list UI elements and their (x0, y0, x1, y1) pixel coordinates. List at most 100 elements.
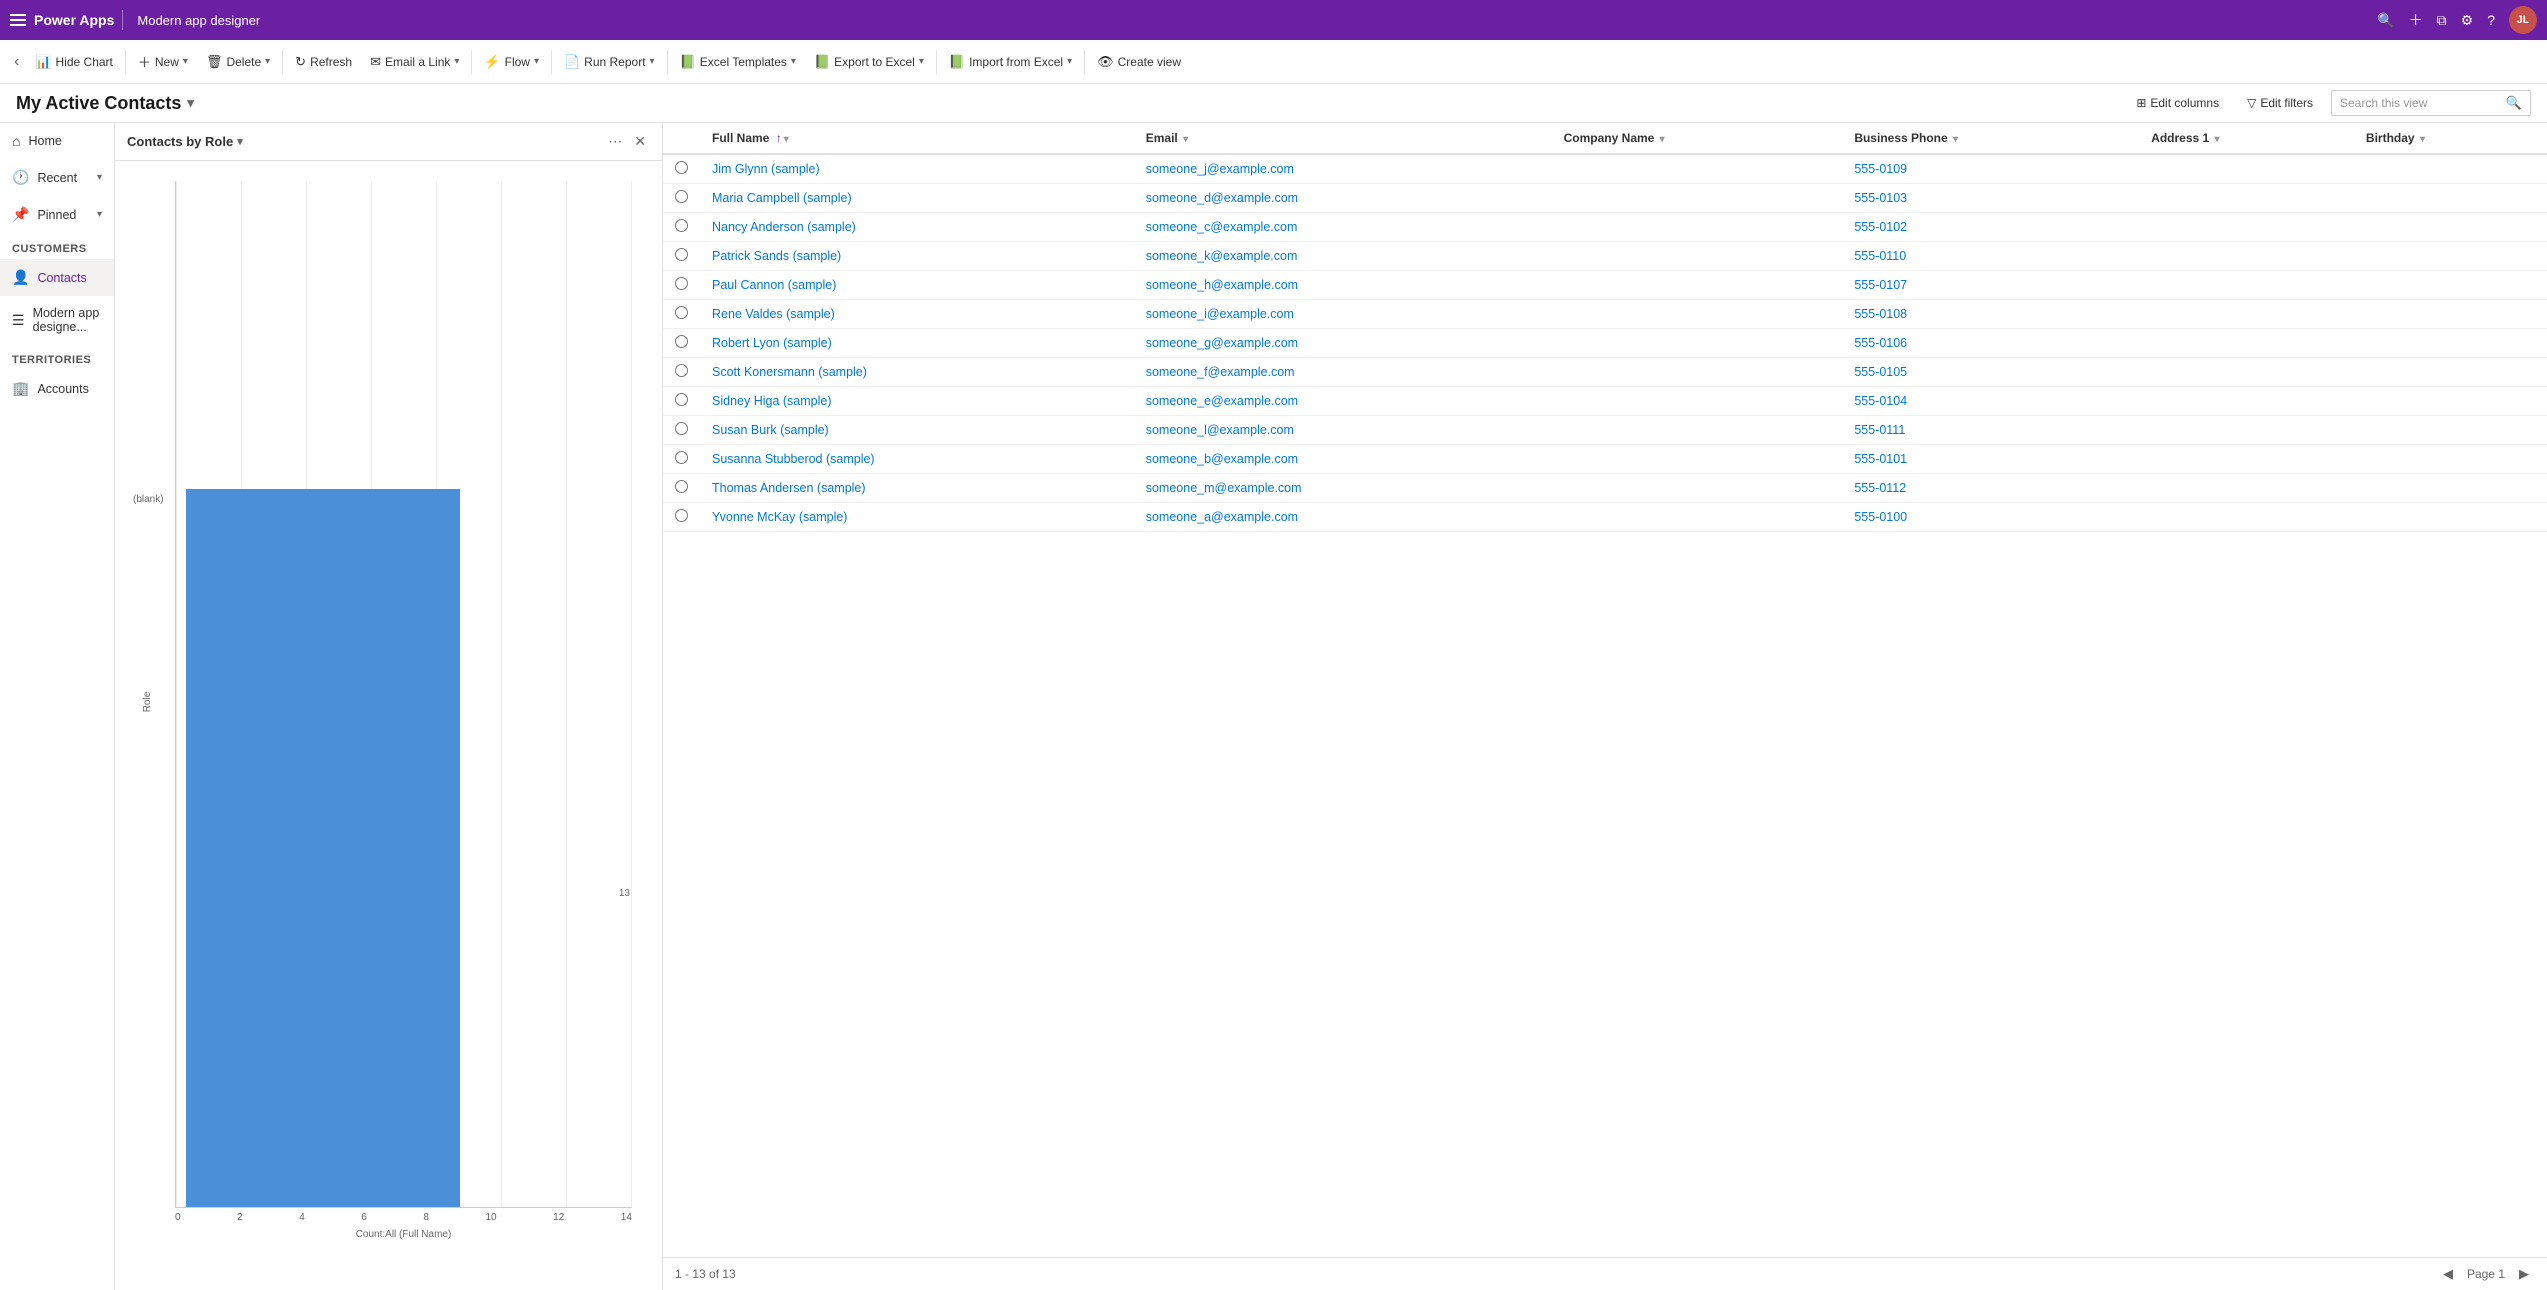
row-birthday (2354, 503, 2547, 532)
chart-more-button[interactable]: ⋯ (604, 131, 626, 152)
row-fullname[interactable]: Robert Lyon (sample) (700, 329, 1134, 358)
sidebar-item-pinned[interactable]: 📌 Pinned ▾ (0, 196, 114, 233)
row-radio[interactable] (663, 416, 700, 445)
col-address-header[interactable]: Address 1 ▾ (2139, 123, 2354, 154)
row-fullname[interactable]: Patrick Sands (sample) (700, 242, 1134, 271)
excel-templates-button[interactable]: 📗 Excel Templates ▾ (672, 50, 804, 74)
row-fullname[interactable]: Yvonne McKay (sample) (700, 503, 1134, 532)
row-phone[interactable]: 555-0105 (1842, 358, 2139, 387)
row-email[interactable]: someone_l@example.com (1134, 416, 1552, 445)
col-email-header[interactable]: Email ▾ (1134, 123, 1552, 154)
create-view-button[interactable]: 👁 Create view (1089, 50, 1189, 74)
row-phone[interactable]: 555-0103 (1842, 184, 2139, 213)
new-button[interactable]: ＋ New ▾ (130, 48, 196, 75)
row-email[interactable]: someone_a@example.com (1134, 503, 1552, 532)
row-email[interactable]: someone_c@example.com (1134, 213, 1552, 242)
row-phone[interactable]: 555-0109 (1842, 154, 2139, 184)
row-email[interactable]: someone_d@example.com (1134, 184, 1552, 213)
export-caret: ▾ (919, 56, 924, 67)
row-phone[interactable]: 555-0106 (1842, 329, 2139, 358)
search-input[interactable] (2340, 96, 2500, 110)
run-report-button[interactable]: 📄 Run Report ▾ (556, 50, 663, 74)
filter-icon[interactable]: ⧉ (2437, 12, 2447, 29)
row-radio[interactable] (663, 445, 700, 474)
row-email[interactable]: someone_k@example.com (1134, 242, 1552, 271)
row-phone[interactable]: 555-0108 (1842, 300, 2139, 329)
row-radio[interactable] (663, 154, 700, 184)
row-radio[interactable] (663, 329, 700, 358)
row-fullname[interactable]: Rene Valdes (sample) (700, 300, 1134, 329)
row-fullname[interactable]: Susan Burk (sample) (700, 416, 1134, 445)
row-fullname[interactable]: Susanna Stubberod (sample) (700, 445, 1134, 474)
refresh-button[interactable]: ↻ Refresh (287, 50, 360, 74)
row-email[interactable]: someone_b@example.com (1134, 445, 1552, 474)
row-fullname[interactable]: Nancy Anderson (sample) (700, 213, 1134, 242)
row-radio[interactable] (663, 474, 700, 503)
row-email[interactable]: someone_e@example.com (1134, 387, 1552, 416)
row-phone[interactable]: 555-0112 (1842, 474, 2139, 503)
col-fullname-header[interactable]: Full Name ↑▾ (700, 123, 1134, 154)
row-fullname[interactable]: Paul Cannon (sample) (700, 271, 1134, 300)
row-phone[interactable]: 555-0107 (1842, 271, 2139, 300)
sidebar-item-modern-app[interactable]: ☰ Modern app designe... (0, 296, 114, 344)
new-caret: ▾ (183, 56, 188, 67)
chart-title-caret: ▾ (237, 135, 243, 148)
avatar[interactable]: JL (2509, 6, 2537, 34)
email-link-button[interactable]: ✉ Email a Link ▾ (362, 50, 467, 74)
delete-button[interactable]: 🗑 Delete ▾ (198, 50, 278, 74)
row-radio[interactable] (663, 503, 700, 532)
row-radio[interactable] (663, 300, 700, 329)
col-phone-header[interactable]: Business Phone ▾ (1842, 123, 2139, 154)
search-icon: 🔍 (2506, 95, 2522, 111)
search-icon[interactable]: 🔍 (2377, 12, 2394, 29)
settings-icon[interactable]: ⚙ (2461, 12, 2474, 29)
edit-filters-button[interactable]: ▽ Edit filters (2237, 91, 2323, 115)
row-fullname[interactable]: Maria Campbell (sample) (700, 184, 1134, 213)
row-fullname[interactable]: Sidney Higa (sample) (700, 387, 1134, 416)
email-caret: ▾ (454, 56, 459, 67)
row-radio[interactable] (663, 242, 700, 271)
row-email[interactable]: someone_f@example.com (1134, 358, 1552, 387)
row-fullname[interactable]: Thomas Andersen (sample) (700, 474, 1134, 503)
row-radio[interactable] (663, 213, 700, 242)
sidebar-item-home[interactable]: ⌂ Home (0, 123, 114, 159)
hide-chart-button[interactable]: 📊 Hide Chart (27, 50, 121, 74)
row-fullname[interactable]: Scott Konersmann (sample) (700, 358, 1134, 387)
row-phone[interactable]: 555-0111 (1842, 416, 2139, 445)
prev-page-button[interactable]: ◀ (2437, 1264, 2459, 1284)
back-button[interactable]: ‹ (8, 53, 25, 71)
col-birthday-header[interactable]: Birthday ▾ (2354, 123, 2547, 154)
sidebar-item-recent[interactable]: 🕐 Recent ▾ (0, 159, 114, 196)
row-radio[interactable] (663, 387, 700, 416)
import-excel-button[interactable]: 📗 Import from Excel ▾ (941, 50, 1080, 74)
sidebar-item-accounts[interactable]: 🏢 Accounts (0, 370, 114, 407)
row-radio[interactable] (663, 358, 700, 387)
search-box[interactable]: 🔍 (2331, 90, 2531, 116)
row-radio[interactable] (663, 271, 700, 300)
sidebar-item-contacts[interactable]: 👤 Contacts (0, 259, 114, 296)
row-phone[interactable]: 555-0102 (1842, 213, 2139, 242)
next-page-button[interactable]: ▶ (2513, 1264, 2535, 1284)
app-icon: ☰ (12, 312, 25, 329)
row-fullname[interactable]: Jim Glynn (sample) (700, 154, 1134, 184)
export-excel-button[interactable]: 📗 Export to Excel ▾ (806, 50, 932, 74)
edit-columns-button[interactable]: ⊞ Edit columns (2126, 91, 2229, 115)
row-email[interactable]: someone_j@example.com (1134, 154, 1552, 184)
row-radio[interactable] (663, 184, 700, 213)
flow-button[interactable]: ⚡ Flow ▾ (476, 50, 547, 74)
row-phone[interactable]: 555-0110 (1842, 242, 2139, 271)
view-title[interactable]: My Active Contacts ▾ (16, 93, 194, 114)
row-email[interactable]: someone_i@example.com (1134, 300, 1552, 329)
row-email[interactable]: someone_m@example.com (1134, 474, 1552, 503)
row-phone[interactable]: 555-0100 (1842, 503, 2139, 532)
row-company (1552, 445, 1843, 474)
chart-close-button[interactable]: ✕ (630, 131, 650, 152)
row-email[interactable]: someone_h@example.com (1134, 271, 1552, 300)
row-phone[interactable]: 555-0104 (1842, 387, 2139, 416)
add-icon[interactable]: ＋ (2409, 10, 2423, 30)
hamburger-menu[interactable] (10, 14, 26, 26)
help-icon[interactable]: ? (2487, 12, 2495, 28)
col-company-header[interactable]: Company Name ▾ (1552, 123, 1843, 154)
row-email[interactable]: someone_g@example.com (1134, 329, 1552, 358)
row-phone[interactable]: 555-0101 (1842, 445, 2139, 474)
